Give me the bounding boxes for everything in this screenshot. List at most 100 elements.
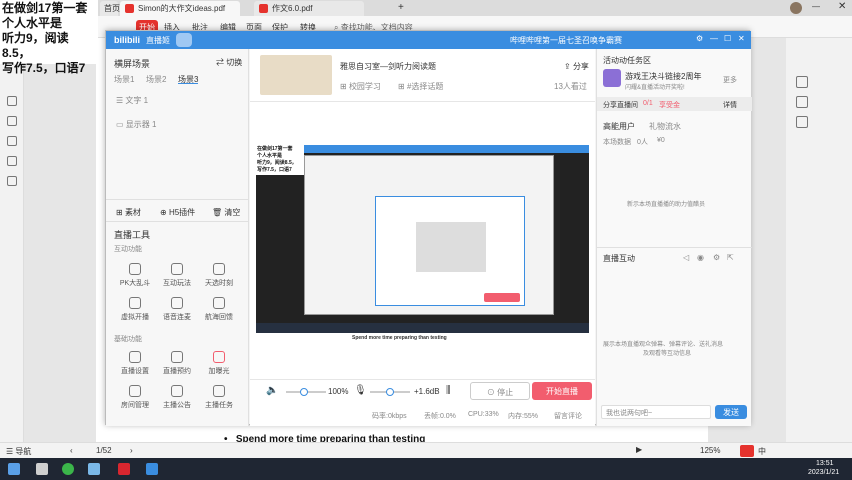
share-button[interactable]: ⇪ 分享 <box>564 61 589 72</box>
new-tab-button[interactable]: + <box>398 2 404 13</box>
tab-scene2[interactable]: 场景2 <box>146 74 166 85</box>
source-display[interactable]: ▭ 显示器 1 <box>116 119 156 130</box>
settings-icon[interactable]: ⚙ <box>696 34 703 43</box>
app-icon[interactable] <box>88 463 100 475</box>
share-icon[interactable] <box>796 116 808 128</box>
topic-button[interactable]: ⊞ #选择话题 <box>398 81 443 92</box>
room-title[interactable]: 雅思自习室—剑听力阅读题 <box>340 61 436 72</box>
source-text[interactable]: ☰ 文字 1 <box>116 95 148 106</box>
microphone-icon <box>171 297 183 309</box>
material-button[interactable]: ⊞ 素材 <box>116 207 141 218</box>
close-icon[interactable]: ✕ <box>738 34 745 43</box>
share-task-row[interactable]: 分享直播间 0/1 享受金 详情 <box>597 97 752 111</box>
start-icon[interactable] <box>8 463 20 475</box>
ime-lang[interactable]: 中 <box>758 446 766 457</box>
lucky-draw-tool[interactable]: 天选时刻 <box>202 263 236 288</box>
navigation-reward-tool[interactable]: 航海回馈 <box>202 297 236 322</box>
task-detail[interactable]: 详情 <box>723 100 737 110</box>
live-settings-tool[interactable]: 直播设置 <box>118 351 152 376</box>
promo-title[interactable]: 游戏王决斗链接2周年 <box>625 71 701 82</box>
windows-taskbar: 13:51 2023/1/21 <box>0 458 852 480</box>
h5-plugin-button[interactable]: ⊕ H5插件 <box>160 207 195 218</box>
eye-icon[interactable]: ◉ <box>697 253 704 262</box>
virtual-live-tool[interactable]: 虚拟开播 <box>118 297 152 322</box>
task-reward: 享受金 <box>659 102 680 109</box>
slider-knob[interactable] <box>386 388 394 396</box>
overlay-line-1: 在做剑17第一套 <box>2 1 88 15</box>
overlay-line-2: 个人水平是 <box>2 16 63 30</box>
send-button[interactable]: 发送 <box>715 405 747 419</box>
clear-button[interactable]: 🗑 清空 <box>212 207 240 218</box>
more-link[interactable]: 更多 <box>723 75 737 85</box>
calendar-icon <box>171 351 183 363</box>
stop-button[interactable]: ⊙ 停止 <box>470 382 530 400</box>
chrome-icon[interactable] <box>62 463 74 475</box>
nav-button[interactable]: ☰ 导航 <box>6 446 31 457</box>
interact-hint: 展示本场直播观众弹幕、弹幕评论、送礼消息 <box>603 342 724 348</box>
tab-underline <box>178 83 198 84</box>
comment-icon[interactable] <box>7 116 17 126</box>
tab-high-energy[interactable]: 高能用户 <box>603 121 635 132</box>
comment-input[interactable]: 我也说两句吧~ <box>601 405 711 419</box>
interactive-title: 互动功能 <box>114 246 142 253</box>
avatar[interactable] <box>790 2 802 14</box>
start-live-button[interactable]: 开始直播 <box>532 382 592 400</box>
comments-link[interactable]: 留言评论 <box>554 411 582 421</box>
basic-title: 基础功能 <box>114 336 142 343</box>
next-page-button[interactable]: › <box>130 446 133 455</box>
exposure-tool[interactable]: 加曝光 <box>202 351 236 376</box>
thumbnail-icon[interactable] <box>7 96 17 106</box>
room-cover[interactable] <box>260 55 332 95</box>
attachment-icon[interactable] <box>7 136 17 146</box>
home-tab[interactable]: 首页 <box>100 1 120 16</box>
user-icon <box>129 385 141 397</box>
prev-page-button[interactable]: ‹ <box>70 446 73 455</box>
announcement-tool[interactable]: 主播公告 <box>160 385 194 410</box>
pk-tool[interactable]: PK大乱斗 <box>118 263 152 288</box>
popout-icon[interactable]: ⇱ <box>727 253 734 262</box>
mic-slider[interactable] <box>370 388 410 396</box>
speaker-slider[interactable] <box>286 388 326 396</box>
mixer-icon[interactable]: ⫼ <box>446 385 451 396</box>
interactive-play-tool[interactable]: 互动玩法 <box>160 263 194 288</box>
promo-image[interactable] <box>603 69 621 87</box>
tab-gift-flow[interactable]: 礼物流水 <box>649 121 681 132</box>
minimize-icon[interactable]: — <box>812 2 820 11</box>
task-tool[interactable]: 主播任务 <box>202 385 236 410</box>
live-reserve-tool[interactable]: 直播预约 <box>160 351 194 376</box>
settings-icon[interactable]: ⚙ <box>713 253 720 262</box>
voice-link-tool[interactable]: 语音连麦 <box>160 297 194 322</box>
switch-button[interactable]: ⇄ 切换 <box>216 57 242 68</box>
signature-icon[interactable] <box>7 156 17 166</box>
zoom-level[interactable]: 125% <box>700 446 720 455</box>
stream-preview[interactable]: 在做剑17第一套 个人水平是 听力9，阅读8.5， 写作7.5，口语7 Spend m… <box>256 145 589 375</box>
speaker-icon[interactable]: 🔈 <box>266 385 278 396</box>
interact-hint-2: 及观看等互动信息 <box>643 351 692 357</box>
microphone-icon[interactable]: 🎙 <box>354 385 367 396</box>
category-button[interactable]: ⊞ 校园学习 <box>340 81 381 92</box>
ime-s-icon[interactable] <box>740 445 754 457</box>
task-progress: 0/1 <box>643 100 653 107</box>
divider <box>250 101 595 102</box>
wps-icon[interactable] <box>118 463 130 475</box>
layers-icon[interactable] <box>7 176 17 186</box>
tab-zuowen-pdf[interactable]: 作文6.0.pdf <box>254 1 364 16</box>
scene-title: 横屏场景 <box>114 59 151 69</box>
studio-header: bilibili 直播姬 哔哩哔哩第一届七圣召唤争霸赛 ⚙ — ☐ ✕ <box>106 31 751 49</box>
mascot-icon <box>176 33 192 47</box>
volume-icon[interactable]: ◁ <box>683 253 689 262</box>
page-indicator[interactable]: 1/52 <box>96 446 112 455</box>
bilibili-live-icon[interactable] <box>146 463 158 475</box>
maximize-icon[interactable]: ☐ <box>724 34 731 43</box>
play-icon[interactable]: ▶ <box>636 445 642 454</box>
file-explorer-icon[interactable] <box>36 463 48 475</box>
tool-icon[interactable] <box>796 76 808 88</box>
minimize-icon[interactable]: — <box>710 34 718 43</box>
tab-scene1[interactable]: 场景1 <box>114 74 134 85</box>
slider-knob[interactable] <box>300 388 308 396</box>
close-icon[interactable]: ✕ <box>838 1 846 12</box>
edit-icon[interactable] <box>796 96 808 108</box>
tab-simon-pdf[interactable]: Simon的大作文ideas.pdf <box>120 1 240 16</box>
room-manage-tool[interactable]: 房间管理 <box>118 385 152 410</box>
gear-icon <box>129 351 141 363</box>
